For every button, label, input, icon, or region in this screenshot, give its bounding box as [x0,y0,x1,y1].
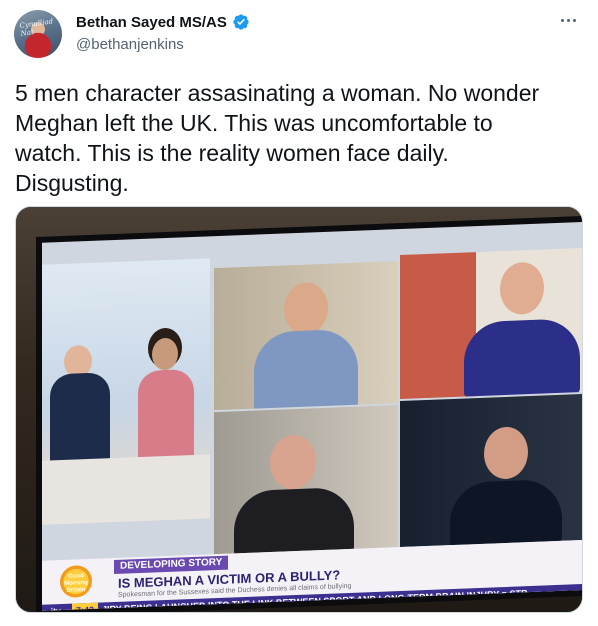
developing-story-label: DEVELOPING STORY [114,555,229,575]
studio-presenters [42,258,210,525]
avatar-text: Cynulliad Nat [19,17,54,38]
verified-badge-icon [232,13,250,31]
channel-logo: itv [42,604,72,611]
tweet-text: 5 men character assasinating a woman. No… [15,80,540,196]
tweet-photo[interactable]: Good Morning Britain DEVELOPING STORY IS… [15,206,583,613]
author-handle[interactable]: @bethanjenkins [76,36,184,53]
avatar[interactable]: Cynulliad Nat [14,10,62,58]
video-panel-4 [400,393,582,548]
gmb-logo: Good Morning Britain [60,564,92,599]
video-panel-3 [214,405,398,555]
tv-screen: Good Morning Britain DEVELOPING STORY IS… [42,221,582,611]
video-panel-1 [214,261,398,411]
author-display-name[interactable]: Bethan Sayed MS/AS [76,14,227,31]
author-name-row: Bethan Sayed MS/AS [76,13,250,31]
tv-set: Good Morning Britain DEVELOPING STORY IS… [36,215,582,612]
tweet: Cynulliad Nat Bethan Sayed MS/AS @bethan… [0,0,598,626]
ticker-time: 7:42 [72,602,99,611]
more-options-icon[interactable] [556,14,580,26]
video-panel-2 [400,247,582,400]
